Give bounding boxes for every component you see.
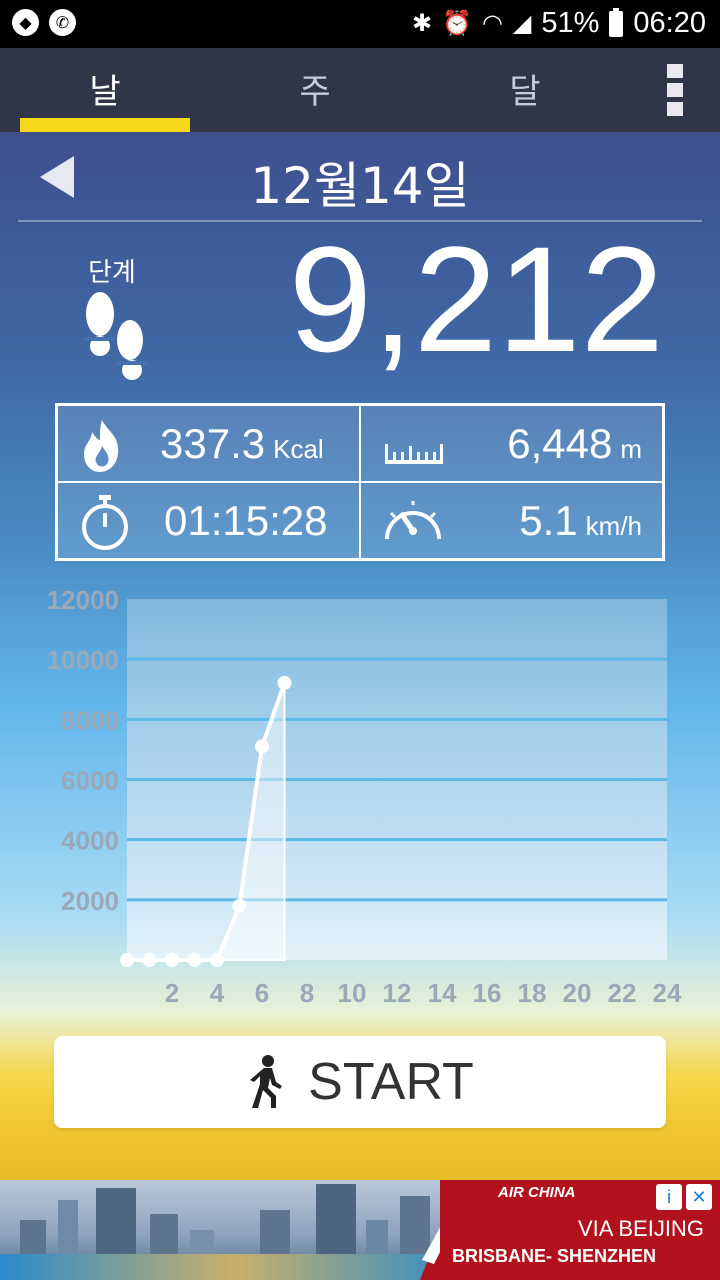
tab-month[interactable]: 달 [420,48,630,132]
steps-label: 단계 [88,258,136,288]
distance-value: 6,448 [507,420,613,467]
x-tick-label: 22 [608,978,637,1008]
speed-cell: 5.1 km/h [360,482,663,559]
x-tick-label: 12 [383,978,412,1008]
x-tick-label: 2 [165,978,179,1008]
x-tick-label: 16 [473,978,502,1008]
phone-icon: ✆ [49,9,76,36]
start-button-label: START [308,1053,474,1111]
y-tick-label: 8000 [61,705,119,735]
date-title: 12월14일 [250,157,470,215]
flame-icon [84,420,119,472]
distance-unit: m [620,434,642,464]
chart-data-point [277,675,292,690]
tab-week-label: 주 [299,72,331,112]
calories-unit: Kcal [273,434,324,464]
main-content: 12월14일 단계 9,212 337.3 Kcal 6,448 m 01:15… [0,132,720,1180]
ruler-icon [385,444,443,464]
ad-banner[interactable]: AIR CHINA VIA BEIJING BRISBANE- SHENZHEN… [0,1180,720,1280]
ad-route: BRISBANE- SHENZHEN [452,1246,657,1266]
ad-city-image [0,1180,470,1280]
tab-month-label: 달 [509,72,541,112]
chart-data-point [142,953,157,967]
date-header: 12월14일 [0,132,720,220]
calories-value: 337.3 [160,420,266,467]
ad-brand: AIR CHINA [498,1184,576,1201]
x-tick-label: 18 [518,978,547,1008]
tab-day-label: 날 [89,72,121,112]
x-tick-label: 10 [338,978,367,1008]
x-tick-label: 6 [255,978,269,1008]
chart-data-point [187,953,202,967]
signal-icon: ◢ [512,10,532,37]
walking-person-icon [250,1055,283,1108]
tab-bar: 날 주 달 [0,48,720,132]
x-tick-label: 24 [653,978,682,1008]
x-tick-label: 8 [300,978,314,1008]
y-tick-label: 12000 [47,585,119,615]
clock: 06:20 [633,7,706,39]
battery-icon [609,7,624,37]
active-tab-indicator [20,118,190,132]
duration-value: 01:15:28 [164,497,328,544]
stopwatch-icon [82,495,128,550]
chart-data-point [255,739,269,754]
chart-data-point [232,898,247,913]
speed-unit: km/h [585,511,642,541]
footprints-icon [84,292,148,380]
duration-cell: 01:15:28 [57,482,360,559]
chart-data-point [165,953,179,967]
chart-data-point [210,953,224,967]
wifi-icon: ◠ [481,10,503,37]
app-icon: ◆ [12,9,39,36]
tab-day[interactable]: 날 [0,48,210,132]
tab-week[interactable]: 주 [210,48,420,132]
y-tick-label: 6000 [61,766,119,796]
y-tick-label: 4000 [61,826,119,856]
speedometer-icon [385,501,441,540]
status-bar: ◆ ✆ ✱ ⏰ ◠ ◢ 51% 06:20 [0,0,720,48]
bluetooth-icon: ✱ [411,10,433,37]
steps-count: 9,212 [288,215,664,383]
distance-cell: 6,448 m [360,405,663,482]
stats-grid: 337.3 Kcal 6,448 m 01:15:28 5.1 km/h [55,403,665,561]
ad-close-icon[interactable]: ✕ [686,1184,712,1210]
ad-info-icon[interactable]: i [656,1184,682,1210]
y-tick-label: 10000 [47,645,119,675]
x-tick-label: 20 [563,978,592,1008]
start-button[interactable]: START [54,1036,666,1128]
x-tick-label: 14 [428,978,457,1008]
battery-percent: 51% [541,7,600,39]
alarm-icon: ⏰ [442,10,472,37]
chart-data-point [120,953,134,967]
hourly-steps-chart: 200040006000800010000120002 4 6 8 10 12 14 16 18… [47,585,682,1008]
x-tick-label: 4 [210,978,225,1008]
y-tick-label: 2000 [61,886,119,916]
overflow-menu-button[interactable] [630,48,720,132]
speed-value: 5.1 [519,497,578,544]
ad-headline: VIA BEIJING [578,1216,704,1241]
calories-cell: 337.3 Kcal [57,405,360,482]
